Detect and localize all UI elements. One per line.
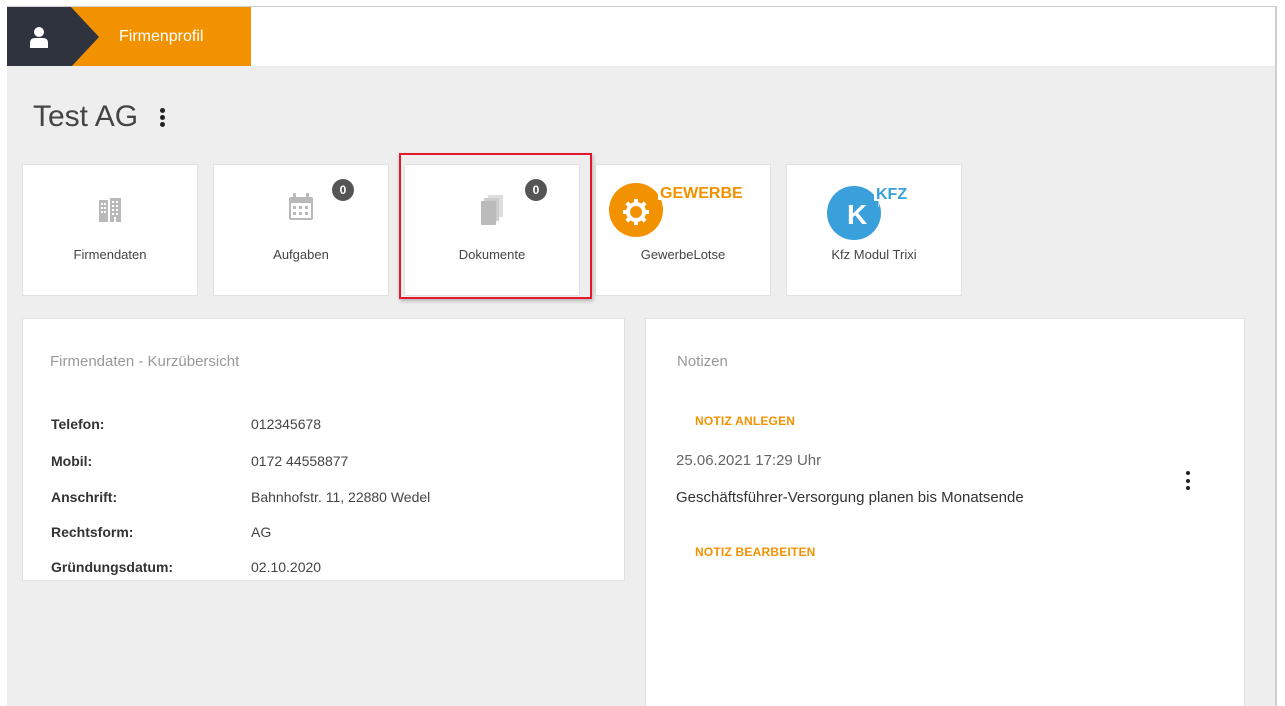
kfz-modul-logo: K KFZ MODUL (827, 186, 920, 240)
window-edge (1275, 6, 1277, 706)
note-actions-menu-icon[interactable] (1186, 471, 1190, 490)
gewerbe-logo-text: GEWERBE (660, 185, 743, 202)
create-note-link[interactable]: NOTIZ ANLEGEN (695, 414, 795, 428)
field-value: Bahnhofstr. 11, 22880 Wedel (251, 489, 431, 505)
edit-note-link[interactable]: NOTIZ BEARBEITEN (695, 545, 816, 559)
tile-gewerbelotse[interactable]: GEWERBE LOTSE GewerbeLotse (595, 164, 771, 296)
page-header: Test AG (33, 100, 166, 134)
card-title: Notizen (677, 353, 728, 370)
task-count-badge: 0 (332, 179, 354, 201)
tile-label: GewerbeLotse (640, 247, 726, 262)
gewerbe-lotse-logo: GEWERBE LOTSE (609, 183, 754, 237)
field-value: 02.10.2020 (251, 559, 322, 575)
field-label: Telefon: (51, 416, 105, 432)
tile-aufgaben[interactable]: 0 Aufgaben (213, 164, 389, 296)
breadcrumb-label[interactable]: Firmenprofil (119, 7, 203, 67)
notes-card: Notizen NOTIZ ANLEGEN 25.06.2021 17:29 U… (645, 318, 1245, 706)
main-content: Test AG Firmendaten 0 Aufgaben 0 Dokumen… (7, 66, 1275, 706)
tile-kfz-modul[interactable]: K KFZ MODUL Kfz Modul Trixi (786, 164, 962, 296)
card-title: Firmendaten - Kurzübersicht (50, 353, 240, 370)
user-icon (30, 27, 48, 48)
gewerbe-logo-sub: LOTSE (662, 202, 687, 208)
breadcrumb-separator (71, 7, 99, 67)
field-value: 0172 44558877 (251, 453, 349, 469)
company-overview-card: Firmendaten - Kurzübersicht Telefon: 012… (22, 318, 625, 581)
field-value: AG (251, 524, 272, 540)
tile-label: Aufgaben (273, 247, 329, 262)
page-title: Test AG (33, 100, 139, 133)
kfz-logo-text: KFZ (876, 186, 907, 203)
user-menu-button[interactable] (7, 7, 71, 67)
kfz-logo-letter: K (847, 199, 867, 230)
note-date: 25.06.2021 17:29 Uhr (676, 452, 822, 469)
field-label: Anschrift: (51, 489, 118, 505)
field-label: Gründungsdatum: (51, 559, 174, 575)
field-label: Mobil: (51, 453, 93, 469)
tile-label: Firmendaten (73, 247, 147, 262)
tile-dokumente[interactable]: 0 Dokumente (404, 164, 580, 296)
note-text: Geschäftsführer-Versorgung planen bis Mo… (676, 489, 1024, 506)
tile-label: Kfz Modul Trixi (831, 247, 917, 262)
documents-icon (481, 195, 503, 225)
top-bar: Firmenprofil (7, 6, 1275, 67)
calendar-icon (289, 193, 313, 220)
field-label: Rechtsform: (51, 524, 134, 540)
tile-label: Dokumente (458, 247, 526, 262)
building-icon (99, 198, 121, 222)
tile-firmendaten[interactable]: Firmendaten (22, 164, 198, 296)
document-count-badge: 0 (525, 179, 547, 201)
field-value: 012345678 (251, 416, 322, 432)
page-actions-menu-icon[interactable] (160, 107, 166, 127)
kfz-logo-sub: MODUL (878, 203, 905, 209)
